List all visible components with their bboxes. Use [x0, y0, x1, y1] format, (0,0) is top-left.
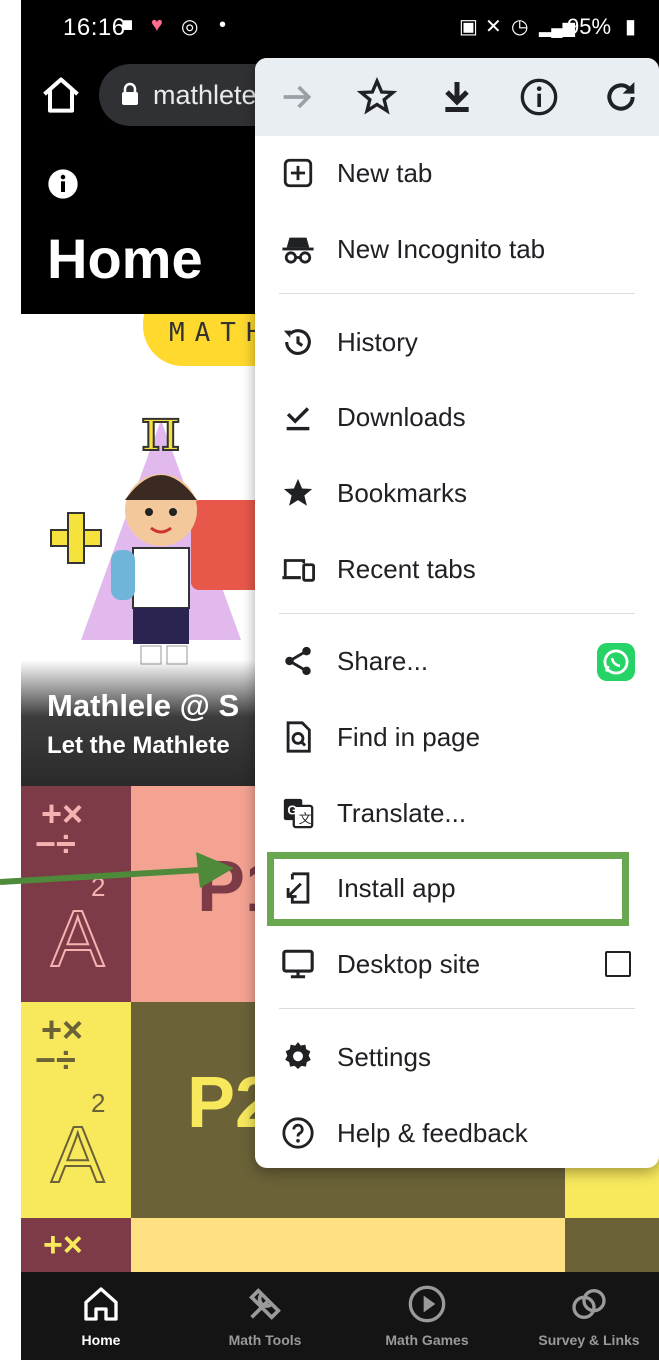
battery-level: 95%: [567, 14, 612, 39]
bottom-navigation: Home Math Tools Math Games Survey & Link…: [21, 1272, 659, 1360]
svg-text:2: 2: [91, 1088, 105, 1118]
health-icon: ♥: [151, 14, 163, 36]
nav-home[interactable]: Home: [21, 1272, 181, 1360]
help-icon: [282, 1117, 314, 1149]
menu-item-settings[interactable]: Settings: [255, 1022, 659, 1092]
menu-label-downloads: Downloads: [337, 402, 466, 432]
menu-divider: [279, 1008, 635, 1009]
lock-icon: [122, 82, 138, 105]
hero-subtitle: Let the Mathlete: [47, 732, 230, 759]
menu-item-new-tab[interactable]: New tab: [255, 138, 659, 208]
menu-label-find-in-page: Find in page: [337, 722, 481, 752]
menu-label-translate: Translate...: [337, 798, 467, 828]
svg-text:G: G: [287, 802, 297, 817]
nav-math-tools[interactable]: Math Tools: [185, 1272, 345, 1360]
menu-label-desktop-site: Desktop site: [337, 949, 481, 979]
wifi-icon: ◷: [511, 16, 529, 38]
whatsapp-icon[interactable]: [597, 643, 635, 681]
find-in-page-icon: [286, 721, 311, 753]
nav-label-home: Home: [81, 1332, 121, 1348]
forward-icon[interactable]: [277, 77, 317, 117]
battery-icon: ▮: [625, 16, 637, 38]
star-icon[interactable]: [357, 77, 397, 117]
menu-item-desktop-site[interactable]: Desktop site: [255, 929, 659, 999]
pointer-arrow-icon: [0, 852, 234, 888]
browser-overflow-menu: New tab New Incognito tab History Downlo…: [255, 58, 659, 1168]
whatsapp-logo-icon: [603, 649, 629, 675]
status-time: 16:16: [63, 14, 126, 41]
url-text: mathlete: [153, 80, 257, 110]
math-symbols-icon: +× −÷ A 2: [35, 1009, 106, 1200]
link-icon: [572, 1289, 606, 1319]
menu-label-bookmarks: Bookmarks: [337, 478, 468, 508]
menu-label-recent-tabs: Recent tabs: [337, 554, 476, 584]
app-notification-icon: ◎: [181, 16, 199, 38]
mathlete-character-illustration: π: [50, 394, 271, 665]
tile-side-p3-right: [565, 1218, 659, 1274]
svg-text:A: A: [51, 1110, 105, 1199]
notification-icon: ■: [121, 14, 134, 36]
install-app-highlight-box: [267, 852, 629, 926]
desktop-site-checkbox[interactable]: [605, 951, 631, 977]
hero-title: Mathlele @ S: [47, 688, 240, 723]
download-icon[interactable]: [437, 77, 477, 117]
tile-side-p3: +×: [21, 1218, 131, 1274]
alarm-icon: ▣: [459, 16, 478, 38]
refresh-icon[interactable]: [601, 77, 641, 117]
menu-label-history: History: [337, 327, 418, 357]
info-icon[interactable]: [47, 168, 79, 200]
home-icon: [84, 1287, 118, 1321]
play-icon: [408, 1285, 446, 1323]
incognito-icon: [282, 237, 314, 264]
desktop-icon: [282, 949, 314, 979]
downloads-icon: [286, 407, 310, 431]
menu-divider: [279, 293, 635, 294]
menu-item-share[interactable]: Share...: [255, 626, 659, 696]
menu-item-downloads[interactable]: Downloads: [255, 382, 659, 452]
menu-label-help-feedback: Help & feedback: [337, 1118, 528, 1148]
menu-item-translate[interactable]: G 文 Translate...: [255, 778, 659, 848]
devices-icon: [282, 559, 315, 582]
menu-label-share: Share...: [337, 646, 429, 676]
tile-p3[interactable]: [131, 1218, 565, 1274]
menu-item-history[interactable]: History: [255, 307, 659, 377]
tools-icon: [249, 1288, 281, 1320]
menu-divider: [279, 613, 635, 614]
svg-text:π: π: [141, 395, 180, 465]
menu-item-help-feedback[interactable]: Help & feedback: [255, 1098, 659, 1168]
status-bar: 16:16 ■ ♥ ◎ • ▣ ✕ ◷ ▂▄▆ 95% ▮: [21, 0, 659, 58]
nav-math-games[interactable]: Math Games: [347, 1272, 507, 1360]
translate-icon: G 文: [283, 798, 314, 829]
tile-side-p2: +× −÷ A 2: [21, 1002, 131, 1218]
menu-toolbar: [255, 58, 659, 136]
svg-text:文: 文: [299, 812, 312, 827]
menu-label-new-tab: New tab: [337, 158, 433, 188]
bookmark-star-icon: [283, 478, 313, 506]
nav-label-math-games: Math Games: [385, 1332, 469, 1348]
more-notifications-dot: •: [219, 14, 227, 36]
mute-icon: ✕: [485, 16, 502, 38]
new-tab-icon: [283, 158, 313, 188]
svg-text:A: A: [51, 894, 105, 983]
history-icon: [283, 329, 311, 355]
gear-icon: [285, 1042, 311, 1070]
nav-label-survey-links: Survey & Links: [538, 1332, 640, 1348]
menu-item-bookmarks[interactable]: Bookmarks: [255, 458, 659, 528]
share-icon: [285, 646, 311, 676]
page-title: Home: [47, 227, 203, 290]
info-icon[interactable]: [519, 77, 559, 117]
home-icon[interactable]: [39, 74, 83, 118]
menu-item-recent-tabs[interactable]: Recent tabs: [255, 534, 659, 604]
menu-item-find-in-page[interactable]: Find in page: [255, 702, 659, 772]
nav-survey-links[interactable]: Survey & Links: [509, 1272, 659, 1360]
menu-label-settings: Settings: [337, 1042, 431, 1072]
math-symbols-icon: +×: [43, 1226, 83, 1264]
menu-item-new-incognito-tab[interactable]: New Incognito tab: [255, 214, 659, 284]
svg-text:−÷: −÷: [35, 1039, 76, 1080]
menu-label-new-incognito-tab: New Incognito tab: [337, 234, 546, 264]
nav-label-math-tools: Math Tools: [228, 1332, 302, 1348]
